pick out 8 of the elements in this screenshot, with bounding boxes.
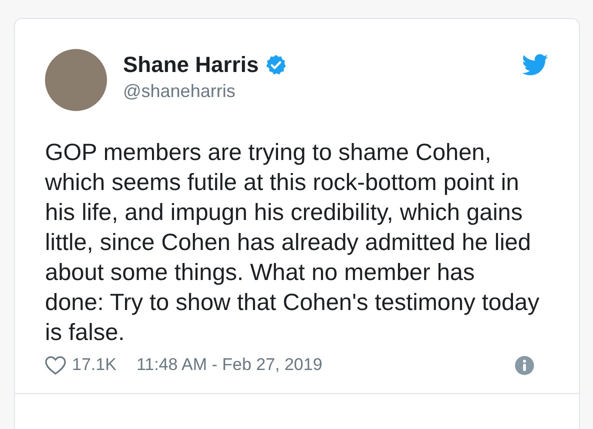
author-name[interactable]: Shane Harris — [123, 52, 259, 78]
heart-icon[interactable] — [45, 356, 66, 374]
bird-logo-icon[interactable] — [522, 54, 548, 76]
like-count: 17.1K — [72, 355, 116, 375]
author-handle[interactable]: @shaneharris — [123, 81, 287, 102]
tweet-timestamp[interactable]: 11:48 AM - Feb 27, 2019 — [136, 355, 322, 375]
tweet-text: GOP members are trying to shame Cohen, which seems futile at this rock-bottom point in his life, and impugn his credibility, which gains little, since Cohen has already admitted he lied about some things. What no member has done: Try to show that Cohen's testimony today is false. — [45, 138, 540, 347]
info-icon[interactable] — [515, 356, 534, 374]
